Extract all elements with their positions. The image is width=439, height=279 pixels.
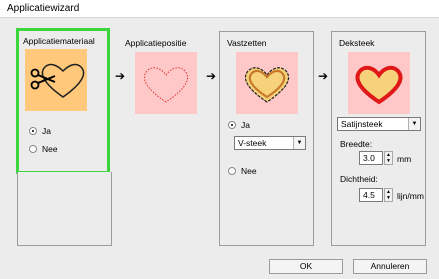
window-title: Applicatiewizard (7, 3, 80, 14)
tack-yes-radio[interactable]: Ja (228, 120, 250, 130)
heart-tack-stitch-icon (236, 52, 298, 114)
radio-selected-icon (228, 121, 236, 129)
radio-selected-icon (29, 127, 37, 135)
density-label: Dichtheid: (340, 174, 378, 184)
step-vastzetten[interactable]: Vastzetten Ja V-steek ▼ Nee (219, 31, 314, 246)
radio-unselected-icon (228, 167, 236, 175)
tack-no-radio[interactable]: Nee (228, 166, 257, 176)
material-yes-radio[interactable]: Ja (29, 126, 51, 136)
heart-scissors-icon (25, 49, 87, 111)
ok-button[interactable]: OK (269, 259, 343, 274)
applicatie-wizard-dialog: Applicatiewizard Applicatiemateriaal Ja … (0, 0, 439, 279)
chevron-down-icon: ▼ (408, 118, 420, 130)
density-spinner[interactable]: ▲ ▼ (384, 188, 393, 202)
density-unit: lijn/mm (397, 191, 424, 201)
step-applicatiemateriaal[interactable]: Applicatiemateriaal Ja Nee (16, 28, 110, 174)
cancel-button[interactable]: Annuleren (353, 259, 427, 274)
step-applicatiepositie[interactable]: Applicatiepositie (119, 31, 209, 246)
width-unit: mm (397, 154, 412, 164)
chevron-down-icon: ▼ (293, 137, 305, 149)
step-title: Applicatiepositie (125, 38, 187, 48)
tack-stitch-select[interactable]: V-steek ▼ (234, 136, 306, 150)
material-no-radio[interactable]: Nee (29, 144, 58, 154)
step-deksteek[interactable]: Deksteek Satijnsteek ▼ Breedte: 3.0 ▲ ▼ m… (331, 31, 426, 246)
step-title: Applicatiemateriaal (23, 36, 95, 46)
step-title: Vastzetten (227, 38, 267, 48)
heart-dotted-outline-icon (135, 52, 197, 114)
density-input[interactable]: 4.5 (359, 188, 383, 202)
heart-satin-stitch-icon (348, 52, 410, 114)
width-label: Breedte: (340, 139, 373, 149)
width-input[interactable]: 3.0 (359, 151, 383, 165)
arrow-right-icon: ➔ (318, 69, 329, 83)
width-spinner[interactable]: ▲ ▼ (384, 151, 393, 165)
step-title: Deksteek (339, 38, 375, 48)
radio-unselected-icon (29, 145, 37, 153)
step-applicatiemateriaal-lower (17, 172, 112, 246)
title-bar: Applicatiewizard (0, 0, 439, 18)
arrow-right-icon: ➔ (206, 69, 217, 83)
cover-stitch-select[interactable]: Satijnsteek ▼ (337, 117, 421, 131)
